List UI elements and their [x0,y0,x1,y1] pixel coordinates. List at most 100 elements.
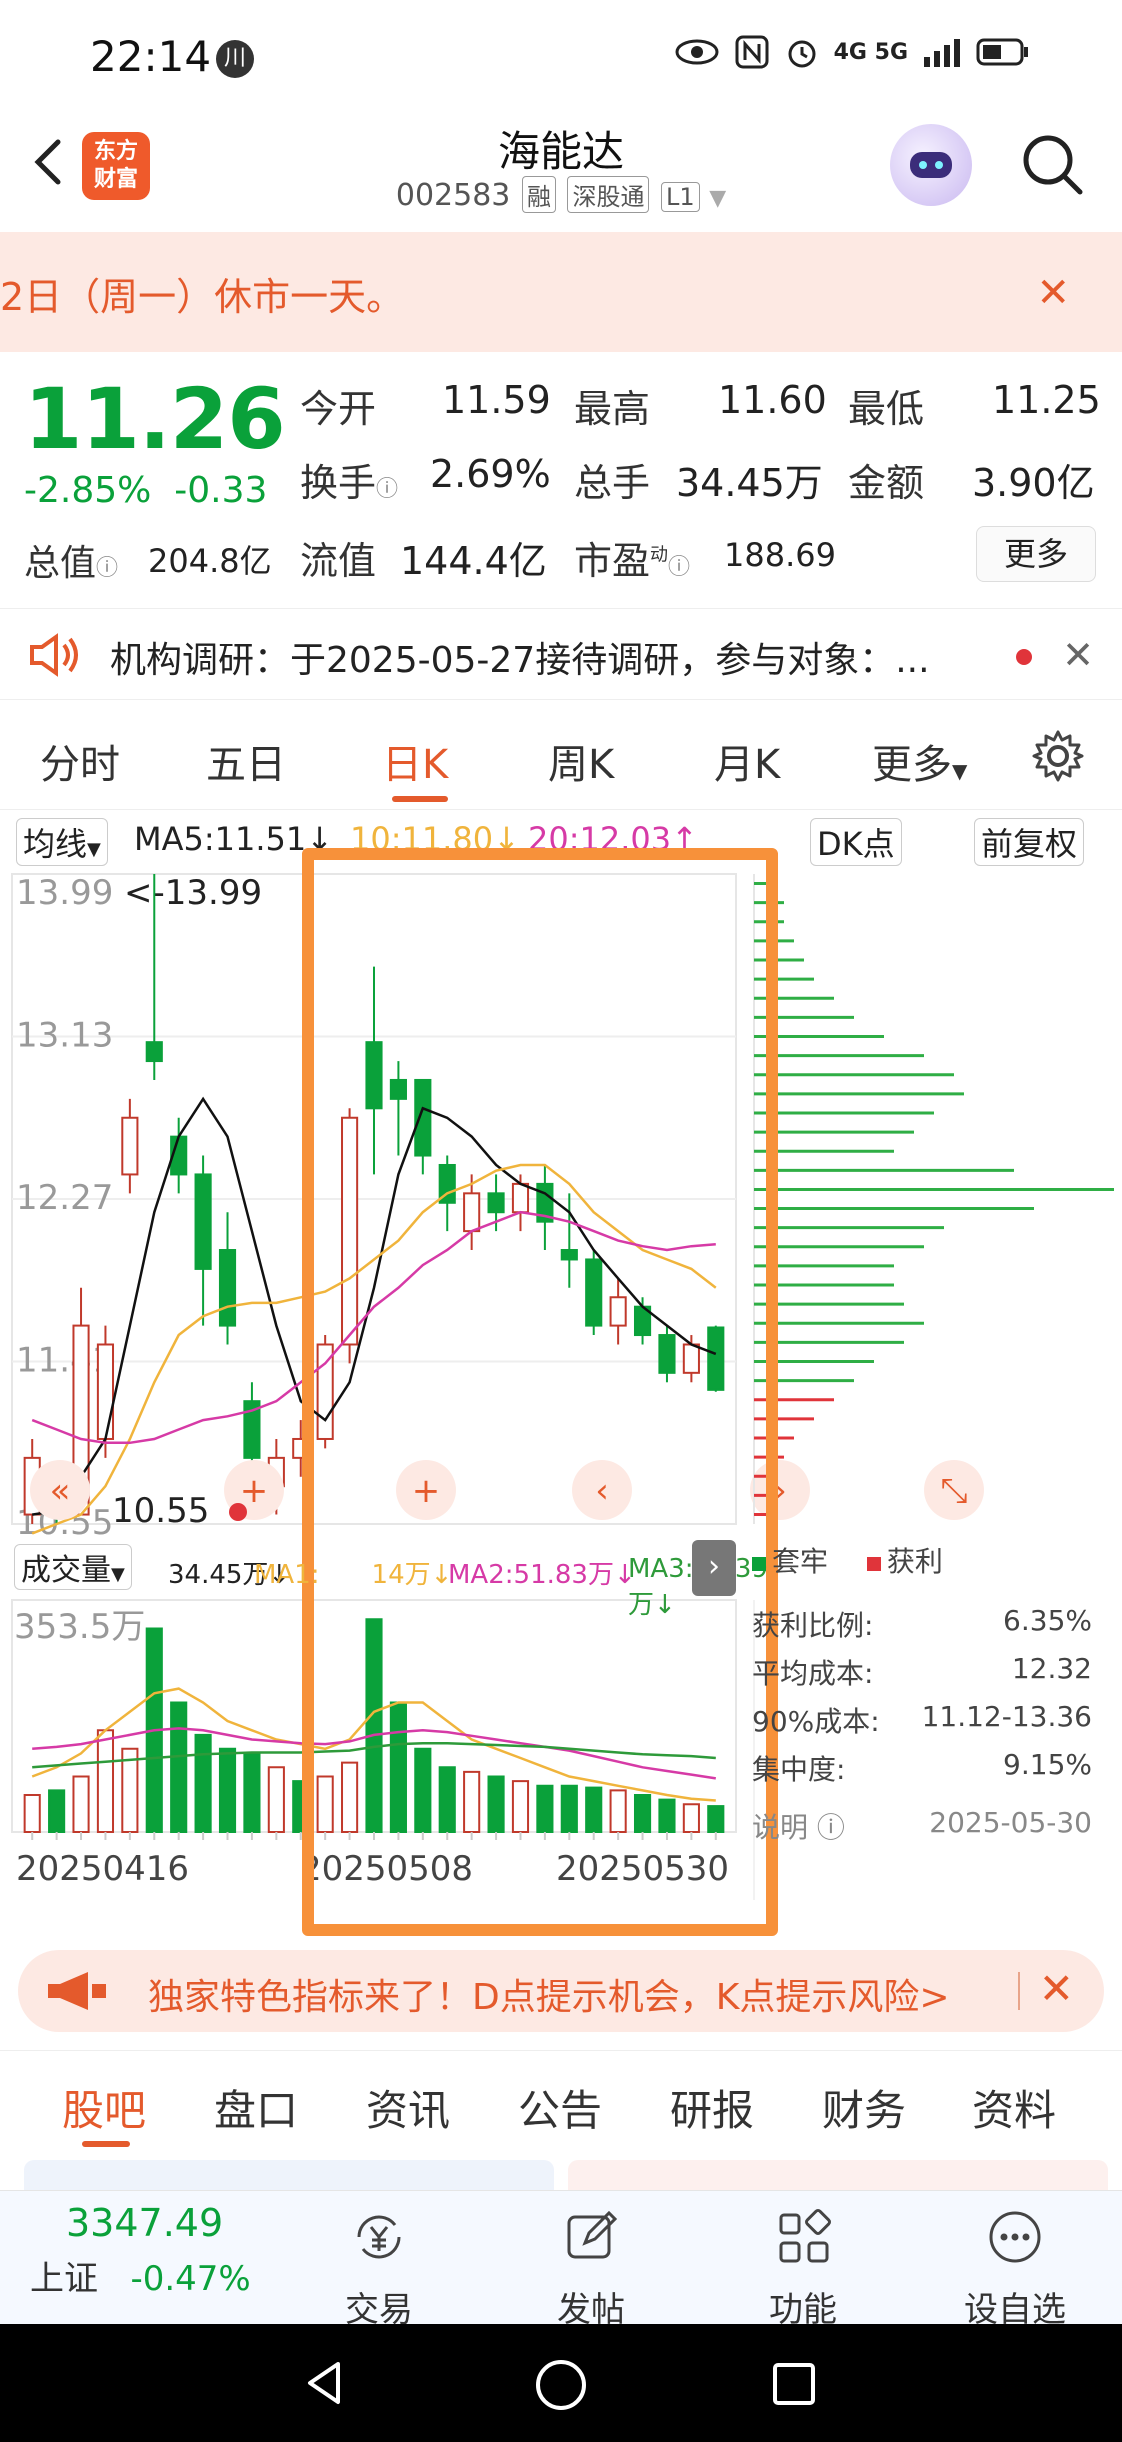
profit-ratio-label: 获利比例: [752,1609,874,1642]
active-tab-indicator [82,2141,130,2147]
mktcap-label: 总值ⓘ [24,534,118,586]
status-badge: 川 [216,40,254,78]
trapped-swatch [752,1557,766,1571]
candle-body [145,1041,163,1063]
tab-weekly-k[interactable]: 周K [548,732,614,790]
ai-assistant-avatar[interactable] [890,124,972,206]
search-icon[interactable] [1016,128,1088,200]
nav-customize-watchlist[interactable]: 设自选 [940,2207,1090,2331]
index-name: 上证 [30,2259,98,2299]
chart-control-icon: ⤡ [940,1471,967,1511]
pe-label: 市盈动ⓘ [574,530,690,585]
tab-profile[interactable]: 资料 [972,2077,1056,2138]
low-label: 最低 [848,387,925,431]
volume-value: 34.45万 [676,461,823,505]
signal-icon [924,39,960,67]
tab-five-day[interactable]: 五日 [206,732,286,790]
float-value: 144.4亿 [400,539,547,583]
more-button[interactable]: 更多 [976,526,1096,582]
tab-daily-k[interactable]: 日K [382,732,448,790]
tab-monthly-k[interactable]: 月K [714,732,780,790]
recents-square-icon[interactable] [770,2360,818,2408]
tab-forum[interactable]: 股吧 [62,2077,146,2138]
dk-point-button[interactable]: DK点 [810,818,902,866]
explain-row[interactable]: 说明 ⓘ 2025-05-30 [752,1806,1092,1846]
turnover-value: 2.69% [430,452,551,496]
alarm-icon [788,40,816,68]
nav-post[interactable]: 发帖 [516,2207,666,2331]
stock-code: 002583 [395,178,511,213]
expand-panel-button[interactable]: › [692,1540,736,1596]
pe-value: 188.69 [724,536,836,574]
current-point-marker [229,1503,247,1521]
status-time: 22:14 [90,32,212,81]
tab-research[interactable]: 研报 [670,2077,754,2138]
research-bar[interactable]: 机构调研：于2025-05-27接待调研，参与对象：... ✕ [0,608,1122,700]
nav-trade[interactable]: 交易 [304,2207,454,2331]
tab-news[interactable]: 资讯 [366,2077,450,2138]
chart-control-icon: « [50,1471,71,1511]
caret-down-icon: ▼ [952,759,968,783]
candle-body [96,1343,115,1440]
info-icon[interactable]: ⓘ [668,555,690,580]
volume-bar [23,1794,41,1833]
stock-header: 东方财富 海能达 002583 融 深股通 L1 ▼ [0,110,1122,230]
candle-body [121,1116,139,1176]
y-tick-label: 13.13 [16,1016,113,1056]
pe-label-text: 市盈 [574,539,651,583]
volume-selector[interactable]: 成交量▼ [14,1544,132,1590]
tab-financials[interactable]: 财务 [822,2077,906,2138]
promo-banner[interactable]: 独家特色指标来了！D点提示机会，K点提示风险> ✕ [18,1950,1104,2032]
info-icon[interactable]: ⓘ [376,477,398,502]
amount-label: 金额 [848,461,925,505]
vol-ma1-value: 14万↓ [371,1560,453,1590]
cost90-value: 11.12-13.36 [921,1700,1092,1733]
notice-close-icon[interactable]: ✕ [1036,270,1070,316]
volume-bar [96,1729,115,1833]
active-tab-indicator [392,796,448,802]
tab-intraday[interactable]: 分时 [40,732,120,790]
tab-more-label: 更多 [872,742,952,788]
tab-order-book[interactable]: 盘口 [214,2077,298,2138]
volume-bar [243,1752,261,1833]
info-icon[interactable]: ⓘ [96,556,118,581]
network-label: 4G 5G [833,39,908,65]
index-row: 上证 -0.47% [30,2251,290,2300]
tag-level: L1 [661,182,700,212]
high-label: 最高 [574,387,651,431]
y-tick-label: 12.27 [16,1178,113,1218]
research-text: 机构调研：于2025-05-27接待调研，参与对象：... [110,640,930,681]
yen-exchange-icon [357,2215,401,2259]
research-close-icon[interactable]: ✕ [1062,633,1094,677]
gear-icon[interactable] [1030,728,1086,784]
tab-more[interactable]: 更多▼ [872,732,967,790]
price-change: -2.85% -0.33 [24,470,267,511]
info-icon[interactable]: ⓘ [808,1811,845,1844]
turnover-label-text: 换手 [300,461,377,505]
turnover-label: 换手ⓘ [300,452,398,507]
ma-selector[interactable]: 均线▼ [16,818,108,866]
concentration-label: 集中度: [752,1753,846,1786]
nav-functions[interactable]: 功能 [728,2207,878,2331]
chip-legend: 套牢 获利 [752,1540,1092,1580]
tab-announcements[interactable]: 公告 [518,2077,602,2138]
home-circle-icon[interactable] [534,2358,588,2412]
volume-bar [218,1747,237,1833]
avg-cost-row: 平均成本: 12.32 [752,1652,1092,1692]
edit-icon [567,2210,618,2259]
index-ticker[interactable]: 3347.49 上证 -0.47% [30,2201,290,2300]
cost90-row: 90%成本: 11.12-13.36 [752,1700,1092,1740]
adjust-button[interactable]: 前复权 [974,818,1085,866]
notice-text: 2日（周一）休市一天。 [0,275,405,319]
promo-close-icon[interactable]: ✕ [1039,1964,1074,2013]
megaphone-icon [48,1972,106,2010]
eye-icon [675,39,719,65]
tag-connect: 深股通 [567,176,650,213]
concentration-value: 9.15% [1003,1748,1092,1781]
high-value: 11.60 [718,378,827,422]
kline-tabs: 分时 五日 日K 周K 月K 更多▼ [0,700,1122,810]
change-pct: -2.85% [24,470,152,511]
back-triangle-icon[interactable] [300,2358,350,2408]
system-nav-bar [0,2324,1122,2442]
open-label: 今开 [300,387,377,431]
